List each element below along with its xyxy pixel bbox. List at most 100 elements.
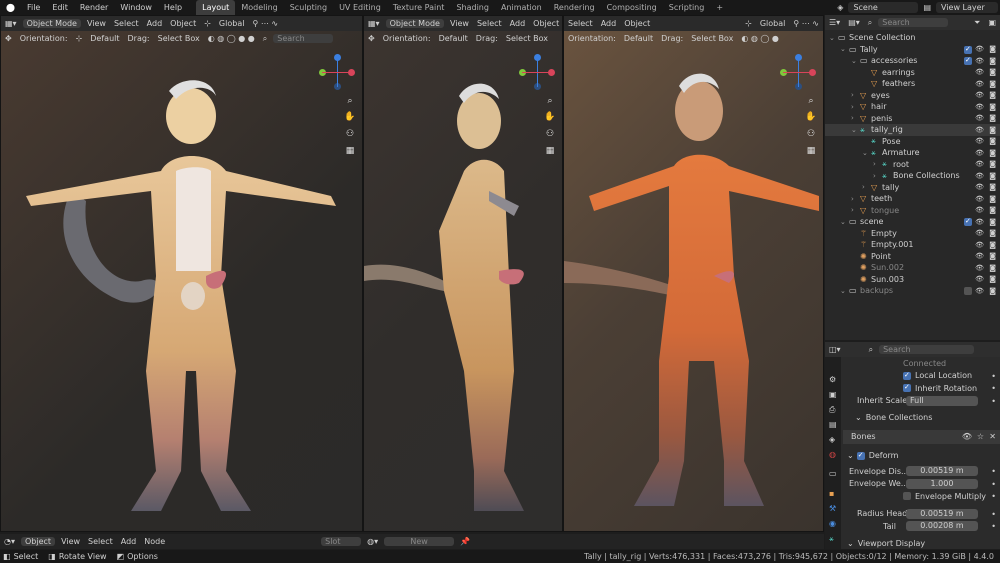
menu-window[interactable]: Window xyxy=(114,0,158,15)
render-camera-icon[interactable]: ◙ xyxy=(989,114,996,122)
snap-icon[interactable]: ⚲ ⋯ ∿ xyxy=(248,19,282,28)
render-camera-icon[interactable]: ◙ xyxy=(989,45,996,53)
tab-uv-editing[interactable]: UV Editing xyxy=(333,0,387,15)
radius-head-field[interactable]: 0.00519 m xyxy=(906,508,978,519)
snap-icon[interactable]: ⚲ ⋯ ∿ xyxy=(789,19,823,28)
outliner-row[interactable]: ⌄ ▭ accessories 👁 ◙ xyxy=(825,55,1000,67)
expand-chevron-icon[interactable]: › xyxy=(862,183,871,191)
tab-modeling[interactable]: Modeling xyxy=(235,0,283,15)
animate-property-icon[interactable]: • xyxy=(991,492,996,501)
filter-icon[interactable]: ⏷ xyxy=(970,18,984,28)
character-model-front[interactable] xyxy=(11,71,351,531)
view-layer-selector[interactable]: View Layer xyxy=(936,2,998,13)
expand-chevron-icon[interactable]: › xyxy=(851,195,860,203)
orientation-value[interactable]: Default xyxy=(620,34,657,43)
outliner-row[interactable]: ⌄ ⚹ tally_rig 👁 ◙ xyxy=(825,124,1000,136)
radius-tail-field[interactable]: 0.00208 m xyxy=(906,521,978,532)
viewport-right[interactable]: Select Add Object ⊹ Global ⚲ ⋯ ∿ Orienta… xyxy=(563,15,824,532)
animate-property-icon[interactable]: • xyxy=(991,480,996,489)
expand-chevron-icon[interactable]: ⌄ xyxy=(851,126,860,134)
animate-property-icon[interactable]: • xyxy=(991,467,996,476)
pin-icon[interactable]: 📌 xyxy=(456,537,474,546)
exclude-checkbox[interactable] xyxy=(964,287,972,295)
inherit-scale-dropdown[interactable]: Full xyxy=(906,395,978,406)
new-button[interactable]: New xyxy=(384,537,455,546)
outliner-row[interactable]: ⌄ ▭ Tally 👁 ◙ xyxy=(825,44,1000,56)
visibility-eye-icon[interactable]: 👁 xyxy=(975,149,984,157)
local-location-row[interactable]: Local Location • xyxy=(843,370,1000,383)
select-menu[interactable]: Select xyxy=(110,19,143,28)
collection-tab-icon[interactable]: ▭ xyxy=(829,469,837,478)
add-menu[interactable]: Add xyxy=(117,537,141,546)
render-camera-icon[interactable]: ◙ xyxy=(989,91,996,99)
add-menu[interactable]: Add xyxy=(143,19,167,28)
outliner-row[interactable]: ⚚ Empty 👁 ◙ xyxy=(825,228,1000,240)
add-menu[interactable]: Add xyxy=(597,19,621,28)
visibility-eye-icon[interactable]: 👁 xyxy=(975,172,984,180)
visibility-eye-icon[interactable]: 👁 xyxy=(975,241,984,249)
outliner-row[interactable]: ▽ feathers 👁 ◙ xyxy=(825,78,1000,90)
render-camera-icon[interactable]: ◙ xyxy=(989,275,996,283)
animate-property-icon[interactable]: • xyxy=(991,397,996,406)
menu-file[interactable]: File xyxy=(21,0,46,15)
move-tool-icon[interactable]: ✥ xyxy=(364,34,379,43)
render-camera-icon[interactable]: ◙ xyxy=(989,68,996,76)
menu-help[interactable]: Help xyxy=(158,0,188,15)
character-model-side[interactable] xyxy=(364,71,563,531)
node-menu[interactable]: Node xyxy=(140,537,169,546)
render-camera-icon[interactable]: ◙ xyxy=(989,241,996,249)
render-camera-icon[interactable]: ◙ xyxy=(989,103,996,111)
expand-chevron-icon[interactable]: › xyxy=(851,103,860,111)
outliner-row[interactable]: ⌄ ▭ Scene Collection xyxy=(825,32,1000,44)
expand-chevron-icon[interactable]: › xyxy=(851,91,860,99)
outliner-row[interactable]: › ▽ hair 👁 ◙ xyxy=(825,101,1000,113)
expand-chevron-icon[interactable]: ⌄ xyxy=(840,218,849,226)
visibility-eye-icon[interactable]: 👁 xyxy=(975,68,984,76)
expand-chevron-icon[interactable]: ⌄ xyxy=(862,149,871,157)
scene-icon[interactable]: ◈ xyxy=(834,3,846,12)
drag-value[interactable]: Select Box xyxy=(687,34,737,43)
visibility-eye-icon[interactable]: 👁 xyxy=(975,287,984,295)
object-menu[interactable]: Object xyxy=(620,19,654,28)
viewport-search[interactable]: Search xyxy=(273,34,334,43)
render-camera-icon[interactable]: ◙ xyxy=(989,183,996,191)
outliner-row[interactable]: › ▽ penis 👁 ◙ xyxy=(825,113,1000,125)
editor-type-icon[interactable]: ◔▾ xyxy=(0,537,19,546)
outliner-row[interactable]: ⌄ ▭ scene 👁 ◙ xyxy=(825,216,1000,228)
outliner-row[interactable]: › ⚹ root 👁 ◙ xyxy=(825,159,1000,171)
visibility-eye-icon[interactable]: 👁 xyxy=(975,229,984,237)
outliner-row[interactable]: › ▽ tongue 👁 ◙ xyxy=(825,205,1000,217)
render-camera-icon[interactable]: ◙ xyxy=(989,195,996,203)
scene-selector[interactable]: Scene xyxy=(848,2,919,13)
material-icon[interactable]: ◍▾ xyxy=(363,537,382,546)
envelope-distance-field[interactable]: 0.00519 m xyxy=(906,466,978,477)
view-menu[interactable]: View xyxy=(57,537,84,546)
transform-orientation-icon[interactable]: ⊹ xyxy=(741,19,756,28)
slot-selector[interactable]: Slot xyxy=(321,537,362,546)
bone-collections-panel[interactable]: ⌄ Bone Collections xyxy=(843,411,1000,424)
orientation-value[interactable]: Default xyxy=(86,34,123,43)
object-tab-icon[interactable]: ▪ xyxy=(829,489,834,498)
render-camera-icon[interactable]: ◙ xyxy=(989,264,996,272)
inherit-rotation-checkbox[interactable] xyxy=(903,383,911,393)
add-workspace-icon[interactable]: + xyxy=(710,0,729,15)
editor-type-icon[interactable]: ▦▾ xyxy=(1,19,21,28)
move-tool-icon[interactable]: ✥ xyxy=(1,34,16,43)
render-camera-icon[interactable]: ◙ xyxy=(989,206,996,214)
viewport-display-panel[interactable]: ⌄ Viewport Display xyxy=(843,538,1000,550)
viewport-left[interactable]: ▦▾ Object Mode View Select Add Object ⊹ … xyxy=(0,15,363,532)
animate-property-icon[interactable]: • xyxy=(991,522,996,531)
tab-texture-paint[interactable]: Texture Paint xyxy=(387,0,451,15)
viewport-middle[interactable]: ▦▾ Object Mode View Select Add Object ✥ … xyxy=(363,15,563,532)
outliner-row[interactable]: ⚚ Empty.001 👁 ◙ xyxy=(825,239,1000,251)
outliner-row[interactable]: › ▽ tally 👁 ◙ xyxy=(825,182,1000,194)
tab-rendering[interactable]: Rendering xyxy=(548,0,601,15)
tab-layout[interactable]: Layout xyxy=(196,0,236,15)
tab-sculpting[interactable]: Sculpting xyxy=(284,0,333,15)
expand-chevron-icon[interactable]: › xyxy=(851,114,860,122)
outliner-row[interactable]: › ⚹ Bone Collections 👁 ◙ xyxy=(825,170,1000,182)
render-camera-icon[interactable]: ◙ xyxy=(989,126,996,134)
outliner-search[interactable]: Search xyxy=(878,18,949,27)
render-camera-icon[interactable]: ◙ xyxy=(989,149,996,157)
expand-chevron-icon[interactable]: ⌄ xyxy=(851,57,860,65)
